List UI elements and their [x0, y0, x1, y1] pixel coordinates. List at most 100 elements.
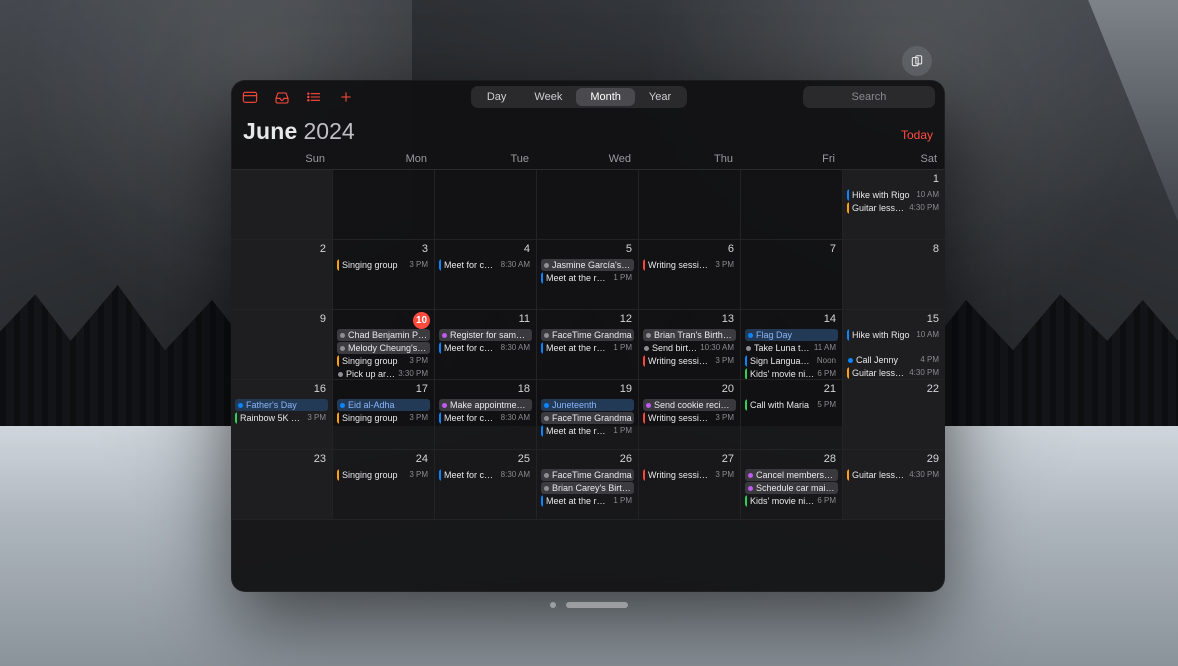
day-cell[interactable]: 24Singing group3 PM — [333, 450, 435, 520]
control-center-button[interactable] — [902, 46, 932, 76]
day-cell[interactable] — [231, 170, 333, 240]
calendar-event[interactable]: Call Jenny4 PM — [847, 354, 941, 366]
calendar-event[interactable]: Cancel membership — [745, 469, 838, 481]
day-cell[interactable]: 11Register for samba classMeet for coffe… — [435, 310, 537, 380]
day-cell[interactable] — [537, 170, 639, 240]
calendar-event[interactable]: Singing group3 PM — [337, 412, 430, 424]
day-cell[interactable]: 2 — [231, 240, 333, 310]
search-input[interactable] — [803, 91, 935, 103]
calendar-event[interactable]: Chad Benjamin Potter'… — [337, 329, 430, 341]
day-number: 5 — [626, 243, 632, 255]
calendar-event[interactable]: Writing session with…3 PM — [643, 355, 736, 367]
calendar-event[interactable]: Guitar lessons wit…4:30 PM — [847, 202, 941, 214]
day-cell[interactable]: 3Singing group3 PM — [333, 240, 435, 310]
day-cell[interactable]: 25Meet for coffee8:30 AM — [435, 450, 537, 520]
day-cell[interactable]: 4Meet for coffee8:30 AM — [435, 240, 537, 310]
day-cell[interactable] — [333, 170, 435, 240]
search-field[interactable] — [803, 86, 935, 108]
day-cell[interactable]: 8 — [843, 240, 945, 310]
day-cell[interactable]: 21Call with Maria5 PM — [741, 380, 843, 450]
calendar-event[interactable]: Meet at the restaurant1 PM — [541, 342, 634, 354]
day-cell[interactable] — [639, 170, 741, 240]
calendar-event[interactable]: Hike with Rigo10 AM — [847, 329, 941, 341]
day-cell[interactable]: 18Make appointment wit…Meet for coffee8:… — [435, 380, 537, 450]
view-year[interactable]: Year — [635, 88, 685, 106]
calendar-event[interactable]: Melody Cheung's Birth… — [337, 342, 430, 354]
day-cell[interactable] — [741, 170, 843, 240]
day-cell[interactable]: 12 FaceTime GrandmaMeet at the restaurant… — [537, 310, 639, 380]
calendar-event[interactable]: Kids' movie night6 PM — [745, 495, 838, 507]
calendar-event[interactable]: Flag Day — [745, 329, 838, 341]
view-day[interactable]: Day — [473, 88, 521, 106]
day-cell[interactable]: 27Writing session with…3 PM — [639, 450, 741, 520]
calendar-event[interactable]: Schedule car maintena… — [745, 482, 838, 494]
day-cell[interactable]: 23 — [231, 450, 333, 520]
day-cell[interactable]: 10Chad Benjamin Potter'…Melody Cheung's … — [333, 310, 435, 380]
calendar-event[interactable]: Pick up arts & c…3:30 PM — [337, 368, 430, 380]
calendar-event[interactable]: Hike with Rigo10 AM — [847, 189, 941, 201]
calendar-event[interactable]: Meet for coffee8:30 AM — [439, 342, 532, 354]
calendar-event[interactable]: FaceTime Grandma — [541, 469, 634, 481]
calendar-event[interactable]: Register for samba class — [439, 329, 532, 341]
day-cell[interactable]: 6Writing session with…3 PM — [639, 240, 741, 310]
calendar-event[interactable]: Rainbow 5K Run3 PM — [235, 412, 328, 424]
event-time: 3 PM — [715, 469, 734, 481]
calendar-event[interactable]: Meet at the restaurant1 PM — [541, 272, 634, 284]
calendar-event[interactable]: Jasmine García's Birth… — [541, 259, 634, 271]
calendar-event[interactable]: Writing session with…3 PM — [643, 469, 736, 481]
calendar-event[interactable]: Guitar lessons wit…4:30 PM — [847, 367, 941, 379]
day-cell[interactable]: 15Hike with Rigo10 AMCall Jenny4 PMGuita… — [843, 310, 945, 380]
calendar-event[interactable]: Writing session with…3 PM — [643, 259, 736, 271]
calendar-event[interactable]: Writing session with…3 PM — [643, 412, 736, 424]
event-time: 10:30 AM — [700, 342, 734, 354]
calendar-event[interactable]: Meet for coffee8:30 AM — [439, 469, 532, 481]
add-event-icon[interactable] — [337, 89, 355, 105]
calendar-event[interactable]: Brian Tran's Birthday — [643, 329, 736, 341]
day-number: 23 — [314, 453, 326, 465]
calendar-event[interactable]: FaceTime Grandma — [541, 412, 634, 424]
calendars-icon[interactable] — [241, 89, 259, 105]
today-button[interactable]: Today — [901, 128, 933, 142]
view-month[interactable]: Month — [576, 88, 635, 106]
day-cell[interactable]: 19JuneteenthFaceTime GrandmaMeet at the … — [537, 380, 639, 450]
calendar-event[interactable]: Send birthday…10:30 AM — [643, 342, 736, 354]
day-cell[interactable]: 26FaceTime GrandmaBrian Carey's Birthday… — [537, 450, 639, 520]
day-cell[interactable]: 16Father's DayRainbow 5K Run3 PM — [231, 380, 333, 450]
calendar-event[interactable]: Eid al-Adha — [337, 399, 430, 411]
day-cell[interactable]: 13Brian Tran's BirthdaySend birthday…10:… — [639, 310, 741, 380]
calendar-event[interactable]: Kids' movie night6 PM — [745, 368, 838, 380]
calendar-event[interactable]: Singing group3 PM — [337, 259, 430, 271]
calendar-event[interactable]: FaceTime Grandma — [541, 329, 634, 341]
day-cell[interactable]: 7 — [741, 240, 843, 310]
day-cell[interactable]: 5 Jasmine García's Birth…Meet at the rest… — [537, 240, 639, 310]
day-cell[interactable]: 14Flag DayTake Luna to the v…11 AMSign L… — [741, 310, 843, 380]
calendar-event[interactable]: Meet at the restaurant1 PM — [541, 495, 634, 507]
day-cell[interactable]: 17Eid al-AdhaSinging group3 PM — [333, 380, 435, 450]
calendar-event[interactable]: Take Luna to the v…11 AM — [745, 342, 838, 354]
event-title: Writing session with… — [648, 469, 712, 481]
calendar-event[interactable]: Singing group3 PM — [337, 469, 430, 481]
calendar-event[interactable]: Guitar lessons wit…4:30 PM — [847, 469, 941, 481]
calendar-event[interactable]: Send cookie recipe to… — [643, 399, 736, 411]
day-cell[interactable]: 1Hike with Rigo10 AMGuitar lessons wit…4… — [843, 170, 945, 240]
list-icon[interactable] — [305, 89, 323, 105]
calendar-event[interactable]: Sign Language ClubNoon — [745, 355, 838, 367]
calendar-event[interactable]: Make appointment wit… — [439, 399, 532, 411]
calendar-event[interactable]: Father's Day — [235, 399, 328, 411]
day-cell[interactable]: 28Cancel membershipSchedule car maintena… — [741, 450, 843, 520]
calendar-event[interactable]: Juneteenth — [541, 399, 634, 411]
day-cell[interactable]: 9 — [231, 310, 333, 380]
day-cell[interactable]: 20Send cookie recipe to…Writing session … — [639, 380, 741, 450]
calendar-event[interactable]: Singing group3 PM — [337, 355, 430, 367]
calendar-event[interactable]: Meet for coffee8:30 AM — [439, 412, 532, 424]
inbox-icon[interactable] — [273, 89, 291, 105]
day-cell[interactable] — [435, 170, 537, 240]
calendar-event[interactable]: Call with Maria5 PM — [745, 399, 838, 411]
calendar-event[interactable]: Brian Carey's Birthday — [541, 482, 634, 494]
day-cell[interactable]: 29Guitar lessons wit…4:30 PM — [843, 450, 945, 520]
view-week[interactable]: Week — [520, 88, 576, 106]
calendar-event[interactable]: Meet for coffee8:30 AM — [439, 259, 532, 271]
day-number: 12 — [620, 313, 632, 325]
calendar-event[interactable]: Meet at the restaurant1 PM — [541, 425, 634, 437]
day-cell[interactable]: 22 — [843, 380, 945, 450]
